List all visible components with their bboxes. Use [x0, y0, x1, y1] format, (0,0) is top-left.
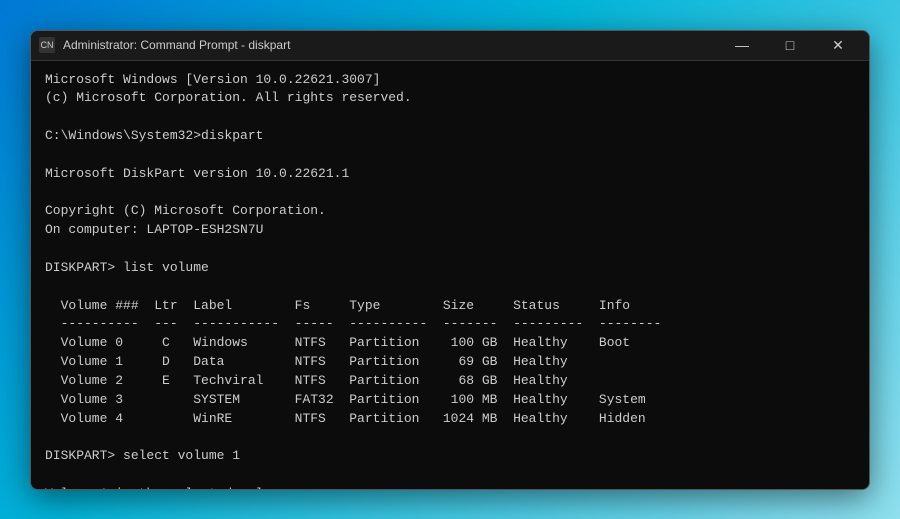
close-button[interactable]: ✕	[815, 31, 861, 59]
console-line: (c) Microsoft Corporation. All rights re…	[45, 89, 855, 108]
console-line: Copyright (C) Microsoft Corporation.	[45, 202, 855, 221]
console-line: Microsoft DiskPart version 10.0.22621.1	[45, 165, 855, 184]
console-line	[45, 108, 855, 127]
window-title: Administrator: Command Prompt - diskpart	[63, 38, 719, 52]
console-line: Volume ### Ltr Label Fs Type Size Status…	[45, 297, 855, 316]
console-line: Volume 3 SYSTEM FAT32 Partition 100 MB H…	[45, 391, 855, 410]
console-line: On computer: LAPTOP-ESH2SN7U	[45, 221, 855, 240]
console-line	[45, 429, 855, 448]
console-line: Volume 1 D Data NTFS Partition 69 GB Hea…	[45, 353, 855, 372]
console-line: Volume 1 is the selected volume.	[45, 485, 855, 488]
console-line	[45, 278, 855, 297]
console-line	[45, 146, 855, 165]
console-line: DISKPART> list volume	[45, 259, 855, 278]
window-controls: — □ ✕	[719, 31, 861, 59]
title-bar: CN Administrator: Command Prompt - diskp…	[31, 31, 869, 61]
maximize-button[interactable]: □	[767, 31, 813, 59]
console-line: DISKPART> select volume 1	[45, 447, 855, 466]
console-line: Volume 0 C Windows NTFS Partition 100 GB…	[45, 334, 855, 353]
app-icon: CN	[39, 37, 55, 53]
console-body[interactable]: Microsoft Windows [Version 10.0.22621.30…	[31, 61, 869, 489]
console-line: ---------- --- ----------- ----- -------…	[45, 315, 855, 334]
console-line	[45, 240, 855, 259]
console-line: C:\Windows\System32>diskpart	[45, 127, 855, 146]
cmd-window: CN Administrator: Command Prompt - diskp…	[30, 30, 870, 490]
console-line: Volume 4 WinRE NTFS Partition 1024 MB He…	[45, 410, 855, 429]
minimize-button[interactable]: —	[719, 31, 765, 59]
console-line: Microsoft Windows [Version 10.0.22621.30…	[45, 71, 855, 90]
console-line	[45, 466, 855, 485]
console-line	[45, 184, 855, 203]
console-line: Volume 2 E Techviral NTFS Partition 68 G…	[45, 372, 855, 391]
